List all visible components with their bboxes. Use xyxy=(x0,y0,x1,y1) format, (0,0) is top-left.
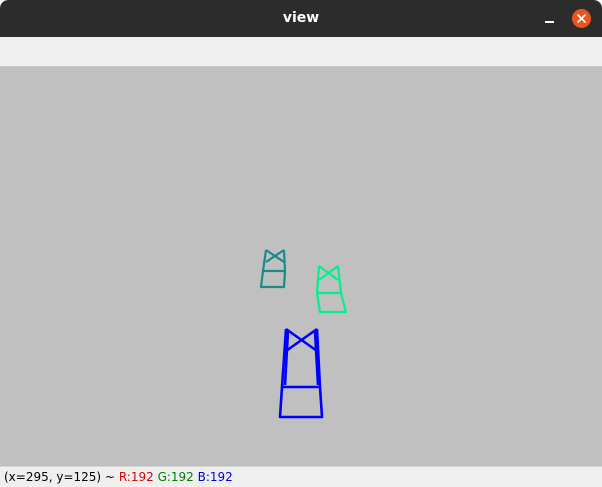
status-blue-value: B:192 xyxy=(197,470,233,484)
green-wireframe-object xyxy=(315,265,348,314)
window-title: view xyxy=(282,10,320,26)
status-bar: (x=295, y=125) ~ R:192 G:192 B:192 xyxy=(0,466,602,487)
rendered-image xyxy=(259,249,348,419)
image-canvas[interactable] xyxy=(0,67,602,466)
app-window: view (x=295, y=125) ~ R:192 G:192 B:192 xyxy=(0,0,602,487)
status-coordinates: (x=295, y=125) ~ xyxy=(4,470,115,484)
minimize-button[interactable] xyxy=(540,9,560,29)
close-icon xyxy=(577,14,586,23)
close-button[interactable] xyxy=(572,9,591,28)
title-bar[interactable]: view xyxy=(0,0,602,37)
toolbar xyxy=(0,37,602,67)
minimize-icon xyxy=(545,21,554,23)
blue-wireframe-object xyxy=(278,327,324,419)
status-green-value: G:192 xyxy=(157,470,194,484)
teal-wireframe-object xyxy=(259,249,287,289)
status-red-value: R:192 xyxy=(118,470,154,484)
